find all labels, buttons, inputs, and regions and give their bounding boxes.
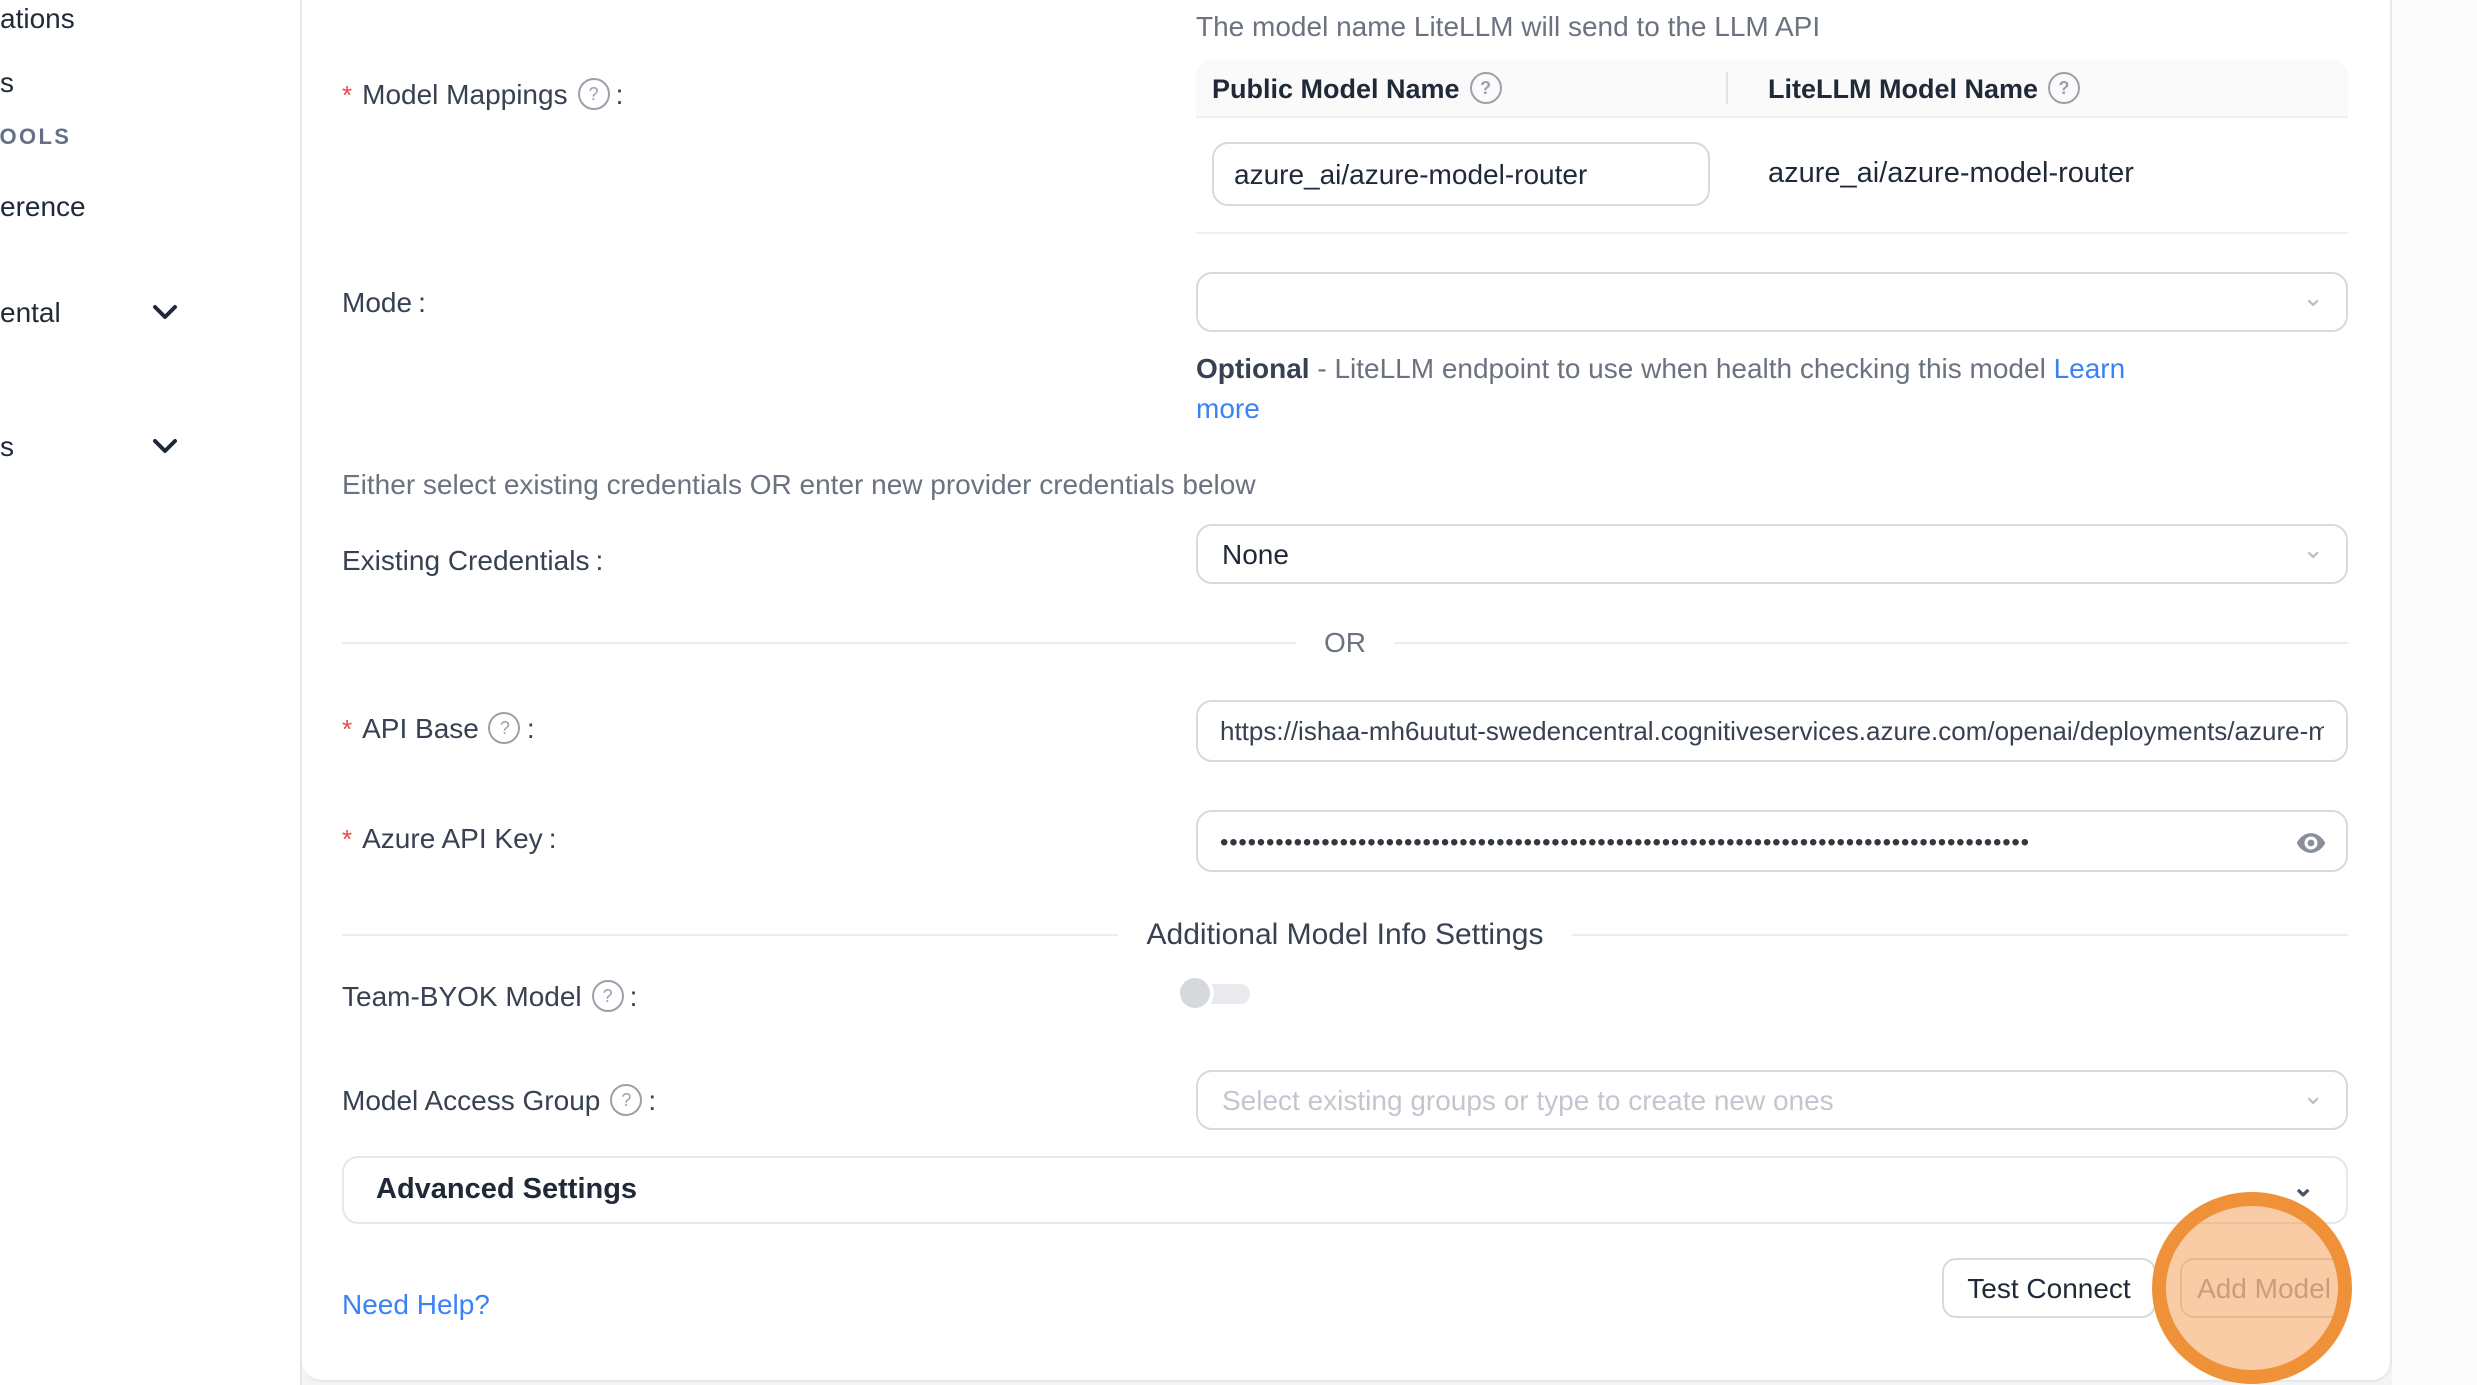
- mode-select[interactable]: ⌄: [1196, 272, 2348, 332]
- toggle-knob: [1180, 978, 1210, 1008]
- help-question-icon[interactable]: ?: [610, 1084, 642, 1116]
- table-header-row: Public Model Name ? LiteLLM Model Name ?: [1196, 60, 2348, 118]
- azure-api-key-label: * Azure API Key :: [342, 818, 556, 858]
- eye-icon[interactable]: [2294, 826, 2328, 860]
- column-divider: [1726, 72, 1728, 104]
- credentials-note: Either select existing credentials OR en…: [342, 468, 1256, 500]
- add-model-page: ations s TOOLS erence ental s The model …: [0, 0, 2477, 1385]
- add-model-button[interactable]: Add Model: [2180, 1258, 2348, 1318]
- model-mappings-table: Public Model Name ? LiteLLM Model Name ?…: [1196, 60, 2348, 234]
- learn-more-link[interactable]: more: [1196, 392, 1260, 424]
- chevron-down-icon: ⌄: [2292, 1171, 2314, 1203]
- advanced-settings-label: Advanced Settings: [376, 1174, 637, 1206]
- help-question-icon[interactable]: ?: [2048, 72, 2080, 104]
- existing-credentials-value: None: [1222, 538, 1289, 570]
- azure-api-key-input[interactable]: ••••••••••••••••••••••••••••••••••••••••…: [1196, 810, 2348, 872]
- required-asterisk: *: [342, 79, 352, 109]
- team-byok-label: Team-BYOK Model ? :: [342, 976, 637, 1016]
- required-asterisk: *: [342, 823, 352, 853]
- model-access-group-placeholder: Select existing groups or type to create…: [1222, 1084, 1834, 1116]
- need-help-link[interactable]: Need Help?: [342, 1288, 490, 1320]
- info-settings-divider: Additional Model Info Settings: [342, 918, 2348, 950]
- model-mappings-label: * Model Mappings ? :: [342, 74, 623, 114]
- column-header-litellm-model-name: LiteLLM Model Name ?: [1726, 72, 2080, 104]
- help-question-icon[interactable]: ?: [489, 712, 521, 744]
- litellm-model-name-value: azure_ai/azure-model-router: [1768, 158, 2134, 190]
- advanced-settings-panel[interactable]: Advanced Settings ⌄: [342, 1156, 2348, 1224]
- model-name-helper-text: The model name LiteLLM will send to the …: [1196, 10, 1820, 42]
- or-divider-label: OR: [1324, 626, 1366, 658]
- api-base-input[interactable]: [1196, 700, 2348, 762]
- existing-credentials-label: Existing Credentials :: [342, 540, 603, 580]
- existing-credentials-select[interactable]: None ⌄: [1196, 524, 2348, 584]
- column-header-public-model-name: Public Model Name ?: [1196, 72, 1726, 104]
- help-question-icon[interactable]: ?: [1470, 72, 1502, 104]
- table-row: azure_ai/azure-model-router: [1196, 118, 2348, 234]
- help-question-icon[interactable]: ?: [578, 78, 610, 110]
- help-question-icon[interactable]: ?: [592, 980, 624, 1012]
- chevron-down-icon: ⌄: [2302, 282, 2324, 314]
- masked-password-value: ••••••••••••••••••••••••••••••••••••••••…: [1220, 827, 2030, 855]
- team-byok-toggle[interactable]: [1182, 978, 1250, 1008]
- divider-line: [1571, 933, 2348, 935]
- model-access-group-select[interactable]: Select existing groups or type to create…: [1196, 1070, 2348, 1130]
- divider-line: [342, 641, 1296, 643]
- divider-line: [342, 933, 1119, 935]
- add-model-form: The model name LiteLLM will send to the …: [0, 0, 2477, 1385]
- required-asterisk: *: [342, 713, 352, 743]
- public-model-name-input[interactable]: [1212, 142, 1710, 206]
- divider-line: [1394, 641, 2348, 643]
- model-access-group-label: Model Access Group ? :: [342, 1080, 656, 1120]
- chevron-down-icon: ⌄: [2302, 1080, 2324, 1112]
- info-settings-divider-label: Additional Model Info Settings: [1147, 917, 1544, 951]
- chevron-down-icon: ⌄: [2302, 534, 2324, 566]
- learn-more-link[interactable]: Learn: [2054, 352, 2126, 384]
- test-connect-button[interactable]: Test Connect: [1942, 1258, 2156, 1318]
- mode-helper-text: Optional - LiteLLM endpoint to use when …: [1196, 348, 2125, 428]
- mode-label: Mode :: [342, 282, 426, 322]
- or-divider: OR: [342, 626, 2348, 658]
- api-base-label: * API Base ? :: [342, 708, 535, 748]
